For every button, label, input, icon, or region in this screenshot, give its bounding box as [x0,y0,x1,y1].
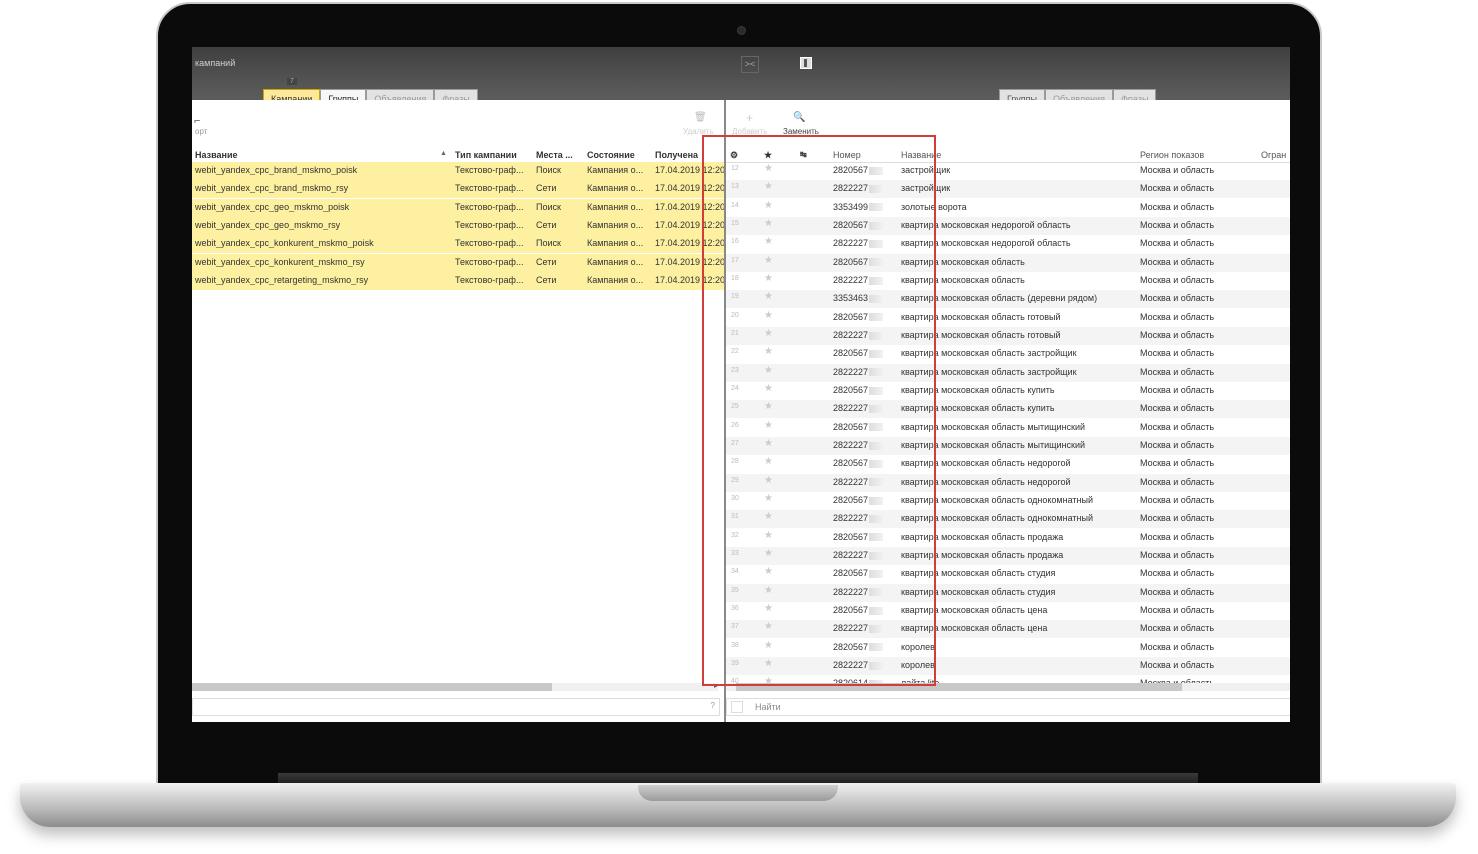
campaigns-table-header: Название ▲ Тип кампании Места ... Состоя… [192,149,724,163]
campaign-row[interactable]: webit_yandex_cpc_konkurent_mskmo_rsy Текс… [192,253,725,272]
highlight-frame [702,135,936,686]
right-search-field[interactable]: Найти [726,698,1290,716]
campaigns-panel: ⌐ орт 🗑 Удалить Название ▲ Тип кампании … [192,100,725,720]
sort-asc-icon: ▲ [440,150,447,157]
group-region: Москва и область [1140,183,1215,194]
campaign-state: Кампания о... [587,219,644,230]
camera-icon [737,26,746,35]
group-region: Москва и область [1140,238,1215,249]
group-region: Москва и область [1140,439,1215,450]
search-icon: 🔍 [793,112,806,123]
campaign-name: webit_yandex_cpc_brand_mskmo_rsy [195,183,349,194]
group-region: Москва и область [1140,421,1215,432]
col-name[interactable]: Название [195,150,237,160]
search-placeholder: Найти [755,702,781,712]
campaign-place: Поиск [536,238,561,249]
campaign-place: Сети [536,183,557,194]
campaign-type: Текстово-граф... [455,238,524,249]
group-region: Москва и область [1140,366,1215,377]
col-campaign-type[interactable]: Тип кампании [455,150,517,160]
col-received[interactable]: Получена [655,150,698,160]
top-bar: кампаний 7 >< Кампании Группы Объявления… [192,47,1290,109]
group-region: Москва и область [1140,219,1215,230]
group-region: Москва и область [1140,274,1215,285]
group-region: Москва и область [1140,659,1215,670]
campaign-type: Текстово-граф... [455,219,524,230]
laptop-notch [638,785,838,801]
group-region: Москва и область [1140,256,1215,267]
campaign-row[interactable]: webit_yandex_cpc_geo_mskmo_poisk Текстово… [192,198,725,217]
collapse-panels-button[interactable]: >< [741,56,759,73]
group-region: Москва и область [1140,568,1215,579]
campaign-row[interactable]: webit_yandex_cpc_brand_mskmo_poisk Тексто… [192,162,725,180]
app-title: кампаний [195,58,236,68]
campaign-row[interactable]: webit_yandex_cpc_brand_mskmo_rsy Текстово… [192,180,725,199]
group-region: Москва и область [1140,165,1215,175]
campaign-state: Кампания о... [587,274,644,285]
campaign-name: webit_yandex_cpc_geo_mskmo_rsy [195,219,341,230]
export-icon[interactable]: ⌐ [194,115,200,127]
campaign-state: Кампания о... [587,165,644,175]
group-region: Москва и область [1140,586,1215,597]
campaign-type: Текстово-граф... [455,201,524,212]
group-region: Москва и область [1140,458,1215,469]
campaign-type: Текстово-граф... [455,183,524,194]
col-restriction[interactable]: Огран [1261,150,1286,160]
help-icon[interactable]: ? [711,701,715,710]
export-button[interactable]: орт [195,127,207,136]
group-region: Москва и область [1140,201,1215,212]
group-region: Москва и область [1140,604,1215,615]
group-region: Москва и область [1140,293,1215,304]
campaign-name: webit_yandex_cpc_retargeting_mskmo_rsy [195,274,369,285]
group-region: Москва и область [1140,476,1215,487]
search-field-checkbox[interactable] [731,701,743,713]
campaign-place: Сети [536,256,557,267]
campaign-state: Кампания о... [587,183,644,194]
campaign-count-badge: 7 [287,78,297,85]
campaign-type: Текстово-граф... [455,256,524,267]
group-region: Москва и область [1140,623,1215,634]
campaign-place: Поиск [536,165,561,175]
group-region: Москва и область [1140,329,1215,340]
group-region: Москва и область [1140,531,1215,542]
layout-toggle-button[interactable] [800,57,812,69]
campaign-state: Кампания о... [587,256,644,267]
left-horizontal-scrollbar[interactable]: ▸ [192,681,718,691]
group-region: Москва и область [1140,641,1215,652]
campaign-row[interactable]: webit_yandex_cpc_konkurent_mskmo_poisk Те… [192,235,725,254]
group-region: Москва и область [1140,549,1215,560]
campaign-place: Поиск [536,201,561,212]
col-state[interactable]: Состояние [587,150,635,160]
campaign-row[interactable]: webit_yandex_cpc_geo_mskmo_rsy Текстово-г… [192,216,725,235]
col-region[interactable]: Регион показов [1140,150,1204,160]
campaign-type: Текстово-граф... [455,274,524,285]
col-placement[interactable]: Места ... [536,150,573,160]
campaign-name: webit_yandex_cpc_konkurent_mskmo_poisk [195,238,374,249]
campaign-name: webit_yandex_cpc_geo_mskmo_poisk [195,201,350,212]
campaign-row[interactable]: webit_yandex_cpc_retargeting_mskmo_rsy Те… [192,271,725,290]
laptop-hinge [278,773,1198,783]
campaign-state: Кампания о... [587,201,644,212]
campaign-name: webit_yandex_cpc_brand_mskmo_poisk [195,165,358,175]
group-region: Москва и область [1140,384,1215,395]
campaign-name: webit_yandex_cpc_konkurent_mskmo_rsy [195,256,365,267]
plus-icon: + [746,111,754,125]
left-scroll-thumb[interactable] [192,683,552,691]
campaign-type: Текстово-граф... [455,165,524,175]
group-region: Москва и область [1140,311,1215,322]
trash-icon: 🗑 [694,112,707,123]
left-search-field[interactable]: ? [192,698,720,716]
group-region: Москва и область [1140,494,1215,505]
campaign-state: Кампания о... [587,238,644,249]
group-region: Москва и область [1140,403,1215,414]
group-region: Москва и область [1140,348,1215,359]
group-region: Москва и область [1140,513,1215,524]
campaign-place: Сети [536,274,557,285]
campaign-place: Сети [536,219,557,230]
